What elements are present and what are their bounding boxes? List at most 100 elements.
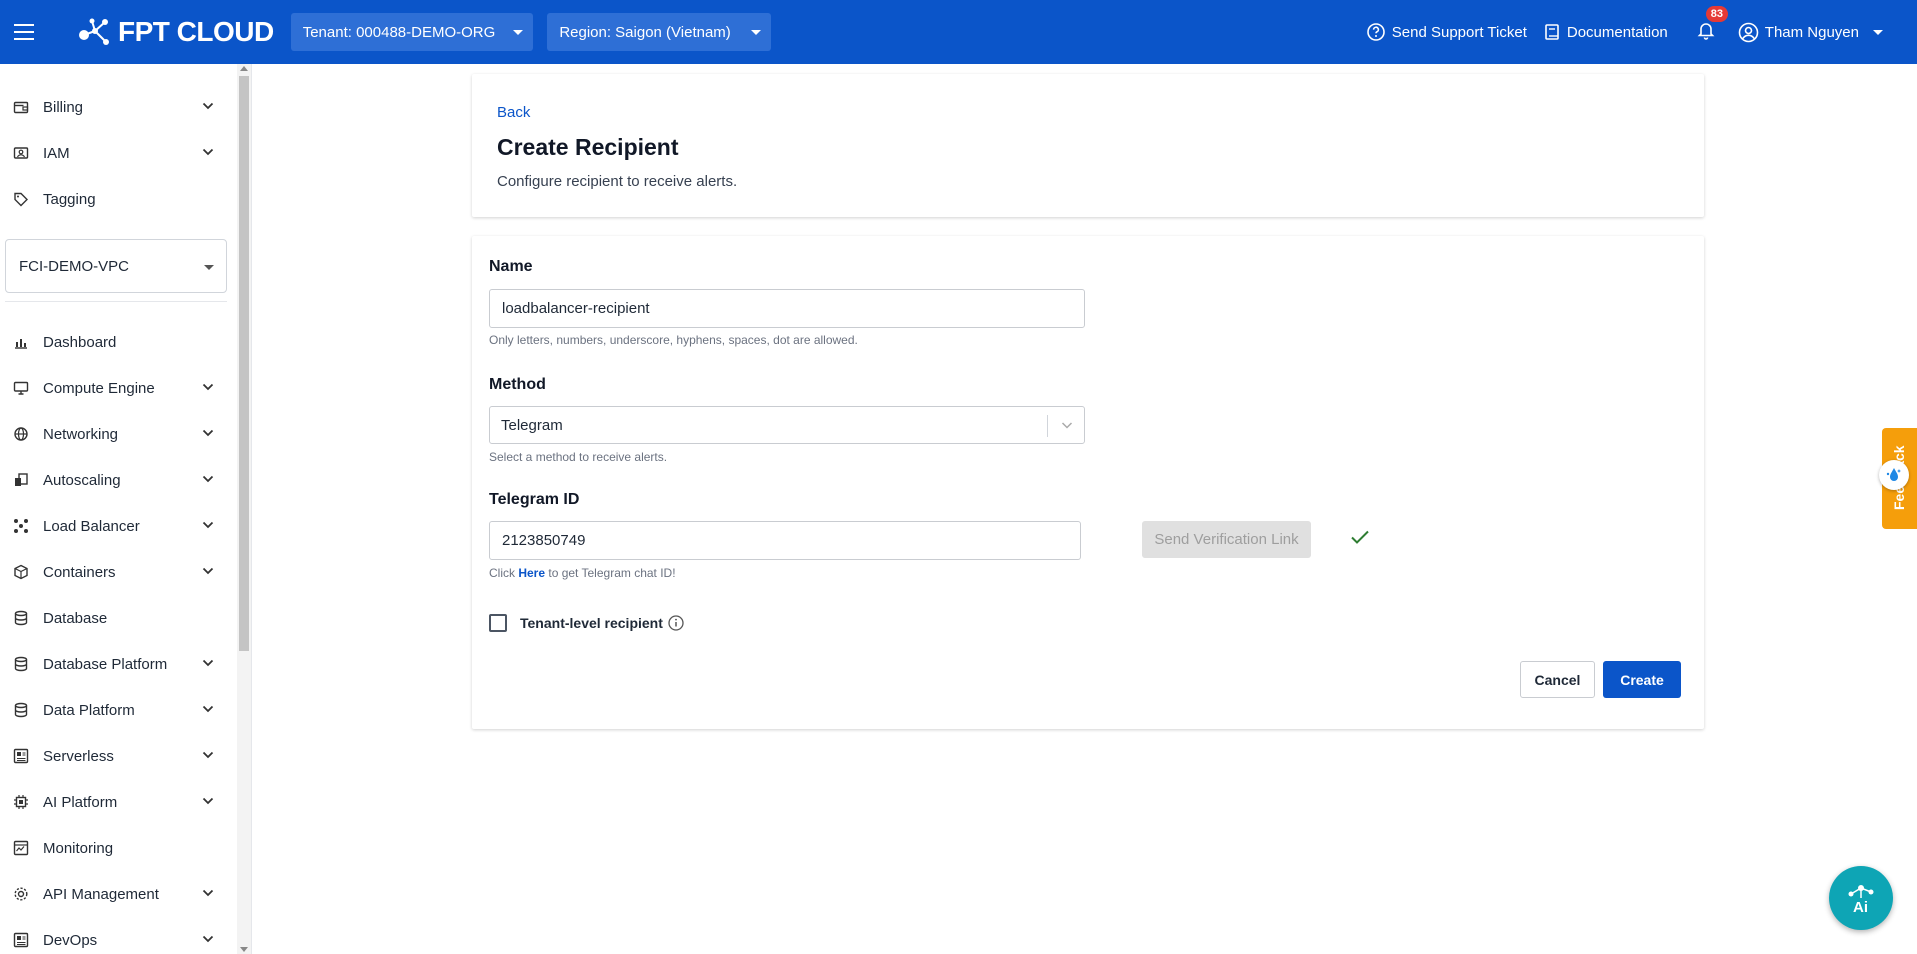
documentation-link[interactable]: Documentation [1543,23,1668,41]
tenant-selector[interactable]: Tenant: 000488-DEMO-ORG [290,13,534,51]
sidebar-item-dashboard[interactable]: Dashboard [0,319,236,365]
fpt-cloud-logo[interactable]: FPT CLOUD [78,16,274,48]
chevron-down-icon [202,148,214,156]
name-label: Name [489,258,533,275]
database-icon [13,656,29,672]
bell-icon [1697,23,1715,40]
sidebar-item-containers[interactable]: Containers [0,549,236,595]
page-subtitle: Configure recipient to receive alerts. [497,173,738,190]
sidebar-item-label: Networking [43,425,119,443]
serverless-icon [13,748,29,764]
telegram-id-input[interactable] [489,521,1081,560]
sidebar-item-ai-platform[interactable]: AI Platform [0,779,236,825]
sidebar-item-api-management[interactable]: API Management [0,871,236,917]
name-input[interactable] [489,289,1085,328]
top-navigation-bar: FPT CLOUD Tenant: 000488-DEMO-ORG Region… [0,0,1917,64]
send-support-ticket-link[interactable]: Send Support Ticket [1366,22,1527,42]
sidebar-item-devops[interactable]: DevOps [0,917,236,954]
docs-label: Documentation [1566,23,1668,41]
chevron-down-icon [202,102,214,110]
id-card-icon [13,145,29,161]
tenant-level-recipient-checkbox[interactable]: Tenant-level recipient [489,614,685,632]
sidebar-item-database[interactable]: Database [0,595,236,641]
sidebar-item-monitoring[interactable]: Monitoring [0,825,236,871]
send-verification-link-button[interactable]: Send Verification Link [1142,521,1311,558]
sidebar-item-serverless[interactable]: Serverless [0,733,236,779]
scrollbar-thumb[interactable] [239,76,249,651]
support-label: Send Support Ticket [1391,23,1527,41]
feedback-assistant-icon[interactable] [1879,460,1909,490]
sidebar-item-database-platform[interactable]: Database Platform [0,641,236,687]
tenant-level-recipient-label: Tenant-level recipient [520,615,663,631]
chevron-down-icon [1061,422,1073,429]
caret-down-icon [204,265,214,270]
logo-network-icon [79,18,109,45]
telegram-help-prefix: Click [489,566,519,580]
region-selector[interactable]: Region: Saigon (Vietnam) [547,13,771,51]
caret-down-icon [513,29,524,35]
name-help-text: Only letters, numbers, underscore, hyphe… [489,333,858,347]
logo-text: FPT CLOUD [118,16,274,47]
sidebar-item-label: Database [43,609,108,627]
chevron-down-icon [202,659,214,667]
sidebar-item-label: DevOps [43,931,98,949]
gear-icon [13,886,29,902]
vpc-selected-value: FCI-DEMO-VPC [19,257,129,275]
info-icon[interactable] [667,614,685,632]
sidebar-item-iam[interactable]: IAM [0,130,236,176]
sidebar-item-autoscaling[interactable]: Autoscaling [0,457,236,503]
sidebar-item-compute-engine[interactable]: Compute Engine [0,365,236,411]
sidebar-item-label: Autoscaling [43,471,121,489]
method-label: Method [489,376,546,393]
bar-chart-icon [13,334,29,350]
select-separator [1047,415,1048,437]
notifications-button[interactable]: 83 [1696,6,1729,44]
checkbox-box[interactable] [489,614,507,632]
sidebar-item-label: IAM [43,144,70,162]
help-chat-icon [1366,23,1385,41]
sidebar-item-tagging[interactable]: Tagging [0,176,236,222]
user-menu[interactable]: Tham Nguyen [1738,22,1883,43]
wallet-icon [13,99,29,115]
sidebar-item-label: Containers [43,563,116,581]
telegram-help-text: Click Here to get Telegram chat ID! [489,566,676,580]
method-selected-value: Telegram [501,416,563,434]
sidebar-scrollbar[interactable] [237,64,251,954]
sidebar-item-label: API Management [43,885,159,903]
chevron-down-icon [202,705,214,713]
region-label: Region: Saigon (Vietnam) [559,23,731,41]
create-button[interactable]: Create [1603,661,1681,698]
sidebar-item-label: Load Balancer [43,517,140,535]
cancel-button[interactable]: Cancel [1520,661,1595,698]
telegram-help-link[interactable]: Here [518,566,545,580]
sidebar-item-label: Dashboard [43,333,117,351]
sidebar-item-load-balancer[interactable]: Load Balancer [0,503,236,549]
user-name: Tham Nguyen [1764,23,1859,41]
chevron-down-icon [202,383,214,391]
telegram-help-suffix: to get Telegram chat ID! [545,566,676,580]
sidebar-item-label: Database Platform [43,655,168,673]
autoscaling-icon [13,472,29,488]
sidebar-item-billing[interactable]: Billing [0,84,236,130]
vpc-selector[interactable]: FCI-DEMO-VPC [5,239,227,293]
scroll-up-arrow-icon[interactable] [240,66,248,71]
notification-count-badge: 83 [1705,6,1729,22]
sidebar-item-label: AI Platform [43,793,118,811]
devops-icon [13,932,29,948]
check-icon [1351,530,1369,544]
method-select[interactable]: Telegram [489,406,1085,444]
chevron-down-icon [202,567,214,575]
sidebar-divider [5,301,227,302]
ai-assistant-button[interactable]: Ai [1829,866,1893,930]
tag-icon [13,191,29,207]
sidebar-item-networking[interactable]: Networking [0,411,236,457]
monitoring-icon [13,840,29,856]
back-link[interactable]: Back [497,104,530,121]
chevron-down-icon [202,751,214,759]
method-help-text: Select a method to receive alerts. [489,450,668,464]
sidebar-item-data-platform[interactable]: Data Platform [0,687,236,733]
menu-icon[interactable] [14,24,42,40]
scroll-down-arrow-icon[interactable] [240,947,248,952]
create-recipient-form: Name Only letters, numbers, underscore, … [472,236,1704,729]
sidebar-item-label: Monitoring [43,839,114,857]
